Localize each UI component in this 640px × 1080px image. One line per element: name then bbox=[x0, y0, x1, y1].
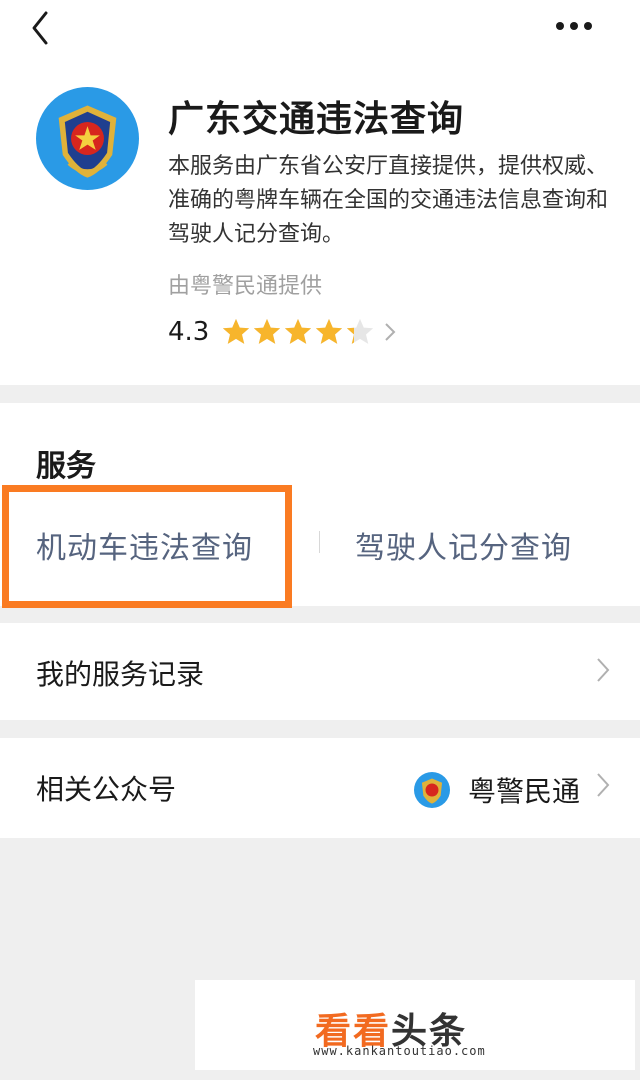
highlight-box bbox=[2, 485, 292, 608]
chevron-right-icon bbox=[385, 323, 396, 341]
rating-row[interactable]: 4.3 bbox=[168, 312, 396, 352]
star-icon bbox=[285, 318, 312, 344]
police-emblem-icon bbox=[413, 772, 450, 808]
chevron-right-icon bbox=[597, 658, 610, 682]
account-info: 粤警民通 bbox=[413, 770, 580, 810]
rating-stars bbox=[221, 317, 376, 347]
star-icon bbox=[223, 318, 250, 344]
star-icon bbox=[347, 318, 374, 344]
back-icon[interactable] bbox=[26, 8, 56, 48]
provider-text: 由粤警民通提供 bbox=[168, 274, 323, 299]
service-records-label: 我的服务记录 bbox=[36, 658, 205, 691]
more-icon[interactable] bbox=[552, 12, 596, 40]
rating-value: 4.3 bbox=[168, 317, 210, 347]
service-records-row[interactable]: 我的服务记录 bbox=[0, 623, 640, 720]
services-title: 服务 bbox=[36, 449, 96, 484]
watermark-url: www.kankantoutiao.com bbox=[313, 1044, 486, 1058]
star-icon bbox=[316, 318, 343, 344]
chevron-right-icon bbox=[597, 773, 610, 797]
related-account-label: 相关公众号 bbox=[36, 773, 177, 806]
service-title: 广东交通违法查询 bbox=[168, 99, 465, 140]
police-emblem-icon bbox=[36, 87, 139, 190]
star-icon bbox=[254, 318, 281, 344]
account-name: 粤警民通 bbox=[467, 775, 580, 808]
service-header: 广东交通违法查询 本服务由广东省公安厅直接提供，提供权威、准确的粤牌车辆在全国的… bbox=[0, 0, 640, 385]
driver-points-query-link[interactable]: 驾驶人记分查询 bbox=[355, 523, 572, 567]
watermark: 看看头条 www.kankantoutiao.com bbox=[195, 980, 635, 1070]
divider bbox=[319, 531, 320, 553]
service-description: 本服务由广东省公安厅直接提供，提供权威、准确的粤牌车辆在全国的交通违法信息查询和… bbox=[168, 154, 609, 247]
related-account-row[interactable]: 相关公众号 粤警民通 bbox=[0, 738, 640, 838]
